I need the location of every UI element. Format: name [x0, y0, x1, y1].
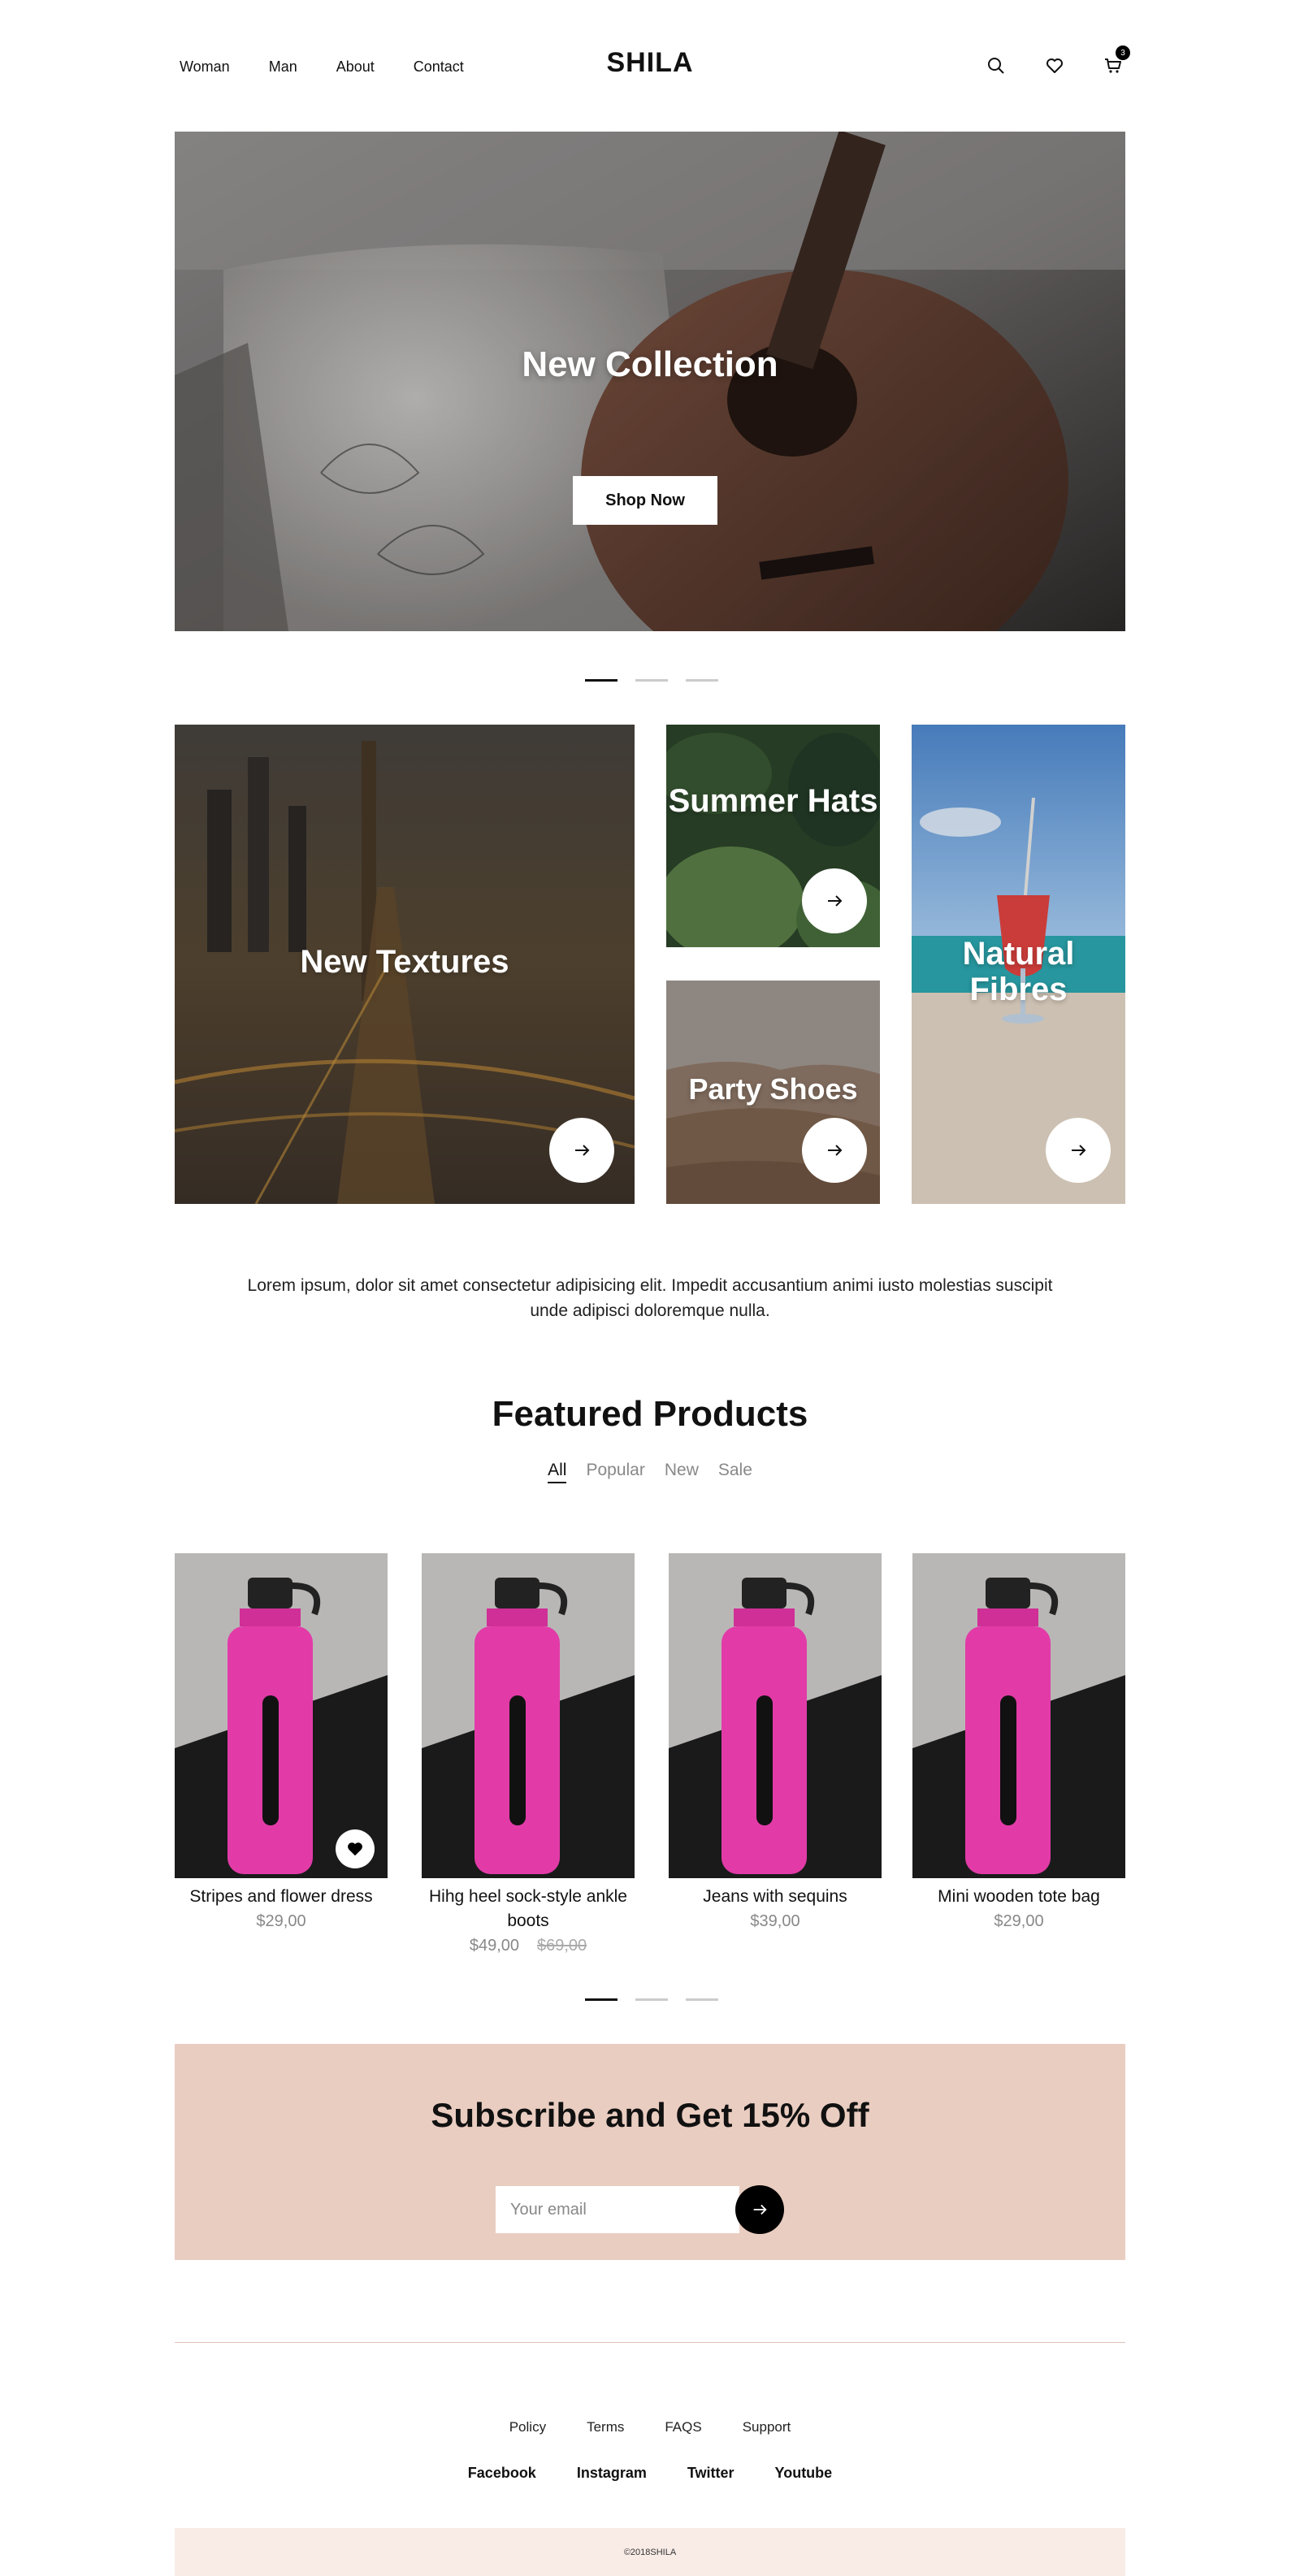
category-tile-new-textures[interactable]: New Textures — [175, 725, 635, 1204]
subscribe-section: Subscribe and Get 15% Off — [175, 2044, 1125, 2260]
social-facebook[interactable]: Facebook — [468, 2465, 536, 2482]
hero-title: New Collection — [522, 344, 778, 384]
product-name[interactable]: Hihg heel sock-style ankle boots — [422, 1885, 635, 1933]
category-tile-natural-fibres[interactable]: Natural Fibres — [912, 725, 1125, 1204]
price: $39,00 — [750, 1912, 800, 1930]
arrow-right-icon[interactable] — [549, 1118, 614, 1183]
subscribe-submit-button[interactable] — [735, 2185, 784, 2234]
filter-sale[interactable]: Sale — [718, 1461, 752, 1483]
bottle-image — [912, 1553, 1125, 1878]
price: $49,00 — [469, 1937, 519, 1955]
slider-dot-3[interactable] — [686, 1998, 718, 2001]
footer-link-support[interactable]: Support — [743, 2419, 791, 2435]
footer-link-policy[interactable]: Policy — [509, 2419, 546, 2435]
product-image[interactable] — [669, 1553, 882, 1878]
category-tile-summer-hats[interactable]: Summer Hats — [666, 725, 880, 947]
header-icons: 3 — [984, 45, 1130, 78]
footer-link-terms[interactable]: Terms — [587, 2419, 624, 2435]
hero-banner: New Collection Shop Now — [175, 132, 1125, 631]
footer-links: Policy Terms FAQS Support — [0, 2419, 1300, 2435]
social-youtube[interactable]: Youtube — [775, 2465, 833, 2482]
arrow-right-icon[interactable] — [802, 868, 867, 933]
nav-contact[interactable]: Contact — [414, 58, 464, 76]
product-card: Mini wooden tote bag $29,00 — [912, 1553, 1125, 1933]
price: $29,00 — [994, 1912, 1044, 1930]
arrow-right-icon — [753, 2204, 767, 2215]
slider-dot-1[interactable] — [585, 679, 618, 682]
slider-dot-2[interactable] — [635, 679, 668, 682]
site-header: Woman Man About Contact SHILA 3 — [175, 42, 1130, 91]
filter-new[interactable]: New — [665, 1461, 699, 1483]
product-price: $29,00 — [912, 1909, 1125, 1933]
cart-count-badge: 3 — [1116, 45, 1130, 60]
subscribe-title: Subscribe and Get 15% Off — [431, 2096, 869, 2134]
filter-popular[interactable]: Popular — [586, 1461, 644, 1483]
nav-woman[interactable]: Woman — [180, 58, 230, 76]
category-tile-party-shoes[interactable]: Party Shoes — [666, 981, 880, 1204]
product-name[interactable]: Jeans with sequins — [669, 1885, 882, 1909]
footer-link-faqs[interactable]: FAQS — [665, 2419, 701, 2435]
heart-filled-icon[interactable] — [336, 1829, 375, 1868]
product-image[interactable] — [175, 1553, 388, 1878]
search-icon[interactable] — [984, 54, 1008, 78]
copyright-bar: ©2018SHILA — [175, 2528, 1125, 2576]
intro-text: Lorem ipsum, dolor sit amet consectetur … — [247, 1276, 1053, 1320]
arrow-right-icon[interactable] — [1046, 1118, 1111, 1183]
shop-now-button[interactable]: Shop Now — [573, 476, 717, 525]
social-twitter[interactable]: Twitter — [687, 2465, 734, 2482]
product-name[interactable]: Stripes and flower dress — [175, 1885, 388, 1909]
nav-about[interactable]: About — [336, 58, 375, 76]
bottle-image — [422, 1553, 635, 1878]
old-price: $69,00 — [537, 1937, 587, 1955]
email-field[interactable] — [496, 2186, 739, 2233]
logo[interactable]: SHILA — [607, 47, 694, 78]
main-nav: Woman Man About Contact — [180, 58, 464, 76]
nav-man[interactable]: Man — [269, 58, 297, 76]
slider-dot-2[interactable] — [635, 1998, 668, 2001]
product-name[interactable]: Mini wooden tote bag — [912, 1885, 1125, 1909]
product-filters: All Popular New Sale — [0, 1461, 1300, 1483]
product-card: Stripes and flower dress $29,00 — [175, 1553, 388, 1933]
product-price: $39,00 — [669, 1909, 882, 1933]
arrow-right-icon[interactable] — [802, 1118, 867, 1183]
copyright-text: ©2018SHILA — [623, 2547, 677, 2557]
product-price: $29,00 — [175, 1909, 388, 1933]
heart-icon[interactable] — [1042, 54, 1067, 78]
category-label: Summer Hats — [668, 783, 878, 819]
product-image[interactable] — [422, 1553, 635, 1878]
category-label: New Textures — [300, 944, 509, 980]
product-price: $49,00 $69,00 — [422, 1933, 635, 1958]
featured-title: Featured Products — [492, 1394, 808, 1434]
slider-dot-3[interactable] — [686, 679, 718, 682]
price: $29,00 — [256, 1912, 306, 1930]
filter-all[interactable]: All — [548, 1461, 567, 1483]
product-card: Jeans with sequins $39,00 — [669, 1553, 882, 1933]
footer-social: Facebook Instagram Twitter Youtube — [0, 2465, 1300, 2482]
bottle-image — [669, 1553, 882, 1878]
product-card: Hihg heel sock-style ankle boots $49,00 $… — [422, 1553, 635, 1958]
slider-dot-1[interactable] — [585, 1998, 618, 2001]
social-instagram[interactable]: Instagram — [577, 2465, 647, 2482]
product-image[interactable] — [912, 1553, 1125, 1878]
product-slider-dots — [585, 1998, 718, 2001]
category-label: Party Shoes — [688, 1072, 858, 1106]
cart-icon[interactable]: 3 — [1101, 45, 1130, 78]
category-label: Natural Fibres — [962, 936, 1075, 1007]
hero-slider-dots — [585, 679, 718, 682]
footer-divider — [175, 2342, 1125, 2343]
